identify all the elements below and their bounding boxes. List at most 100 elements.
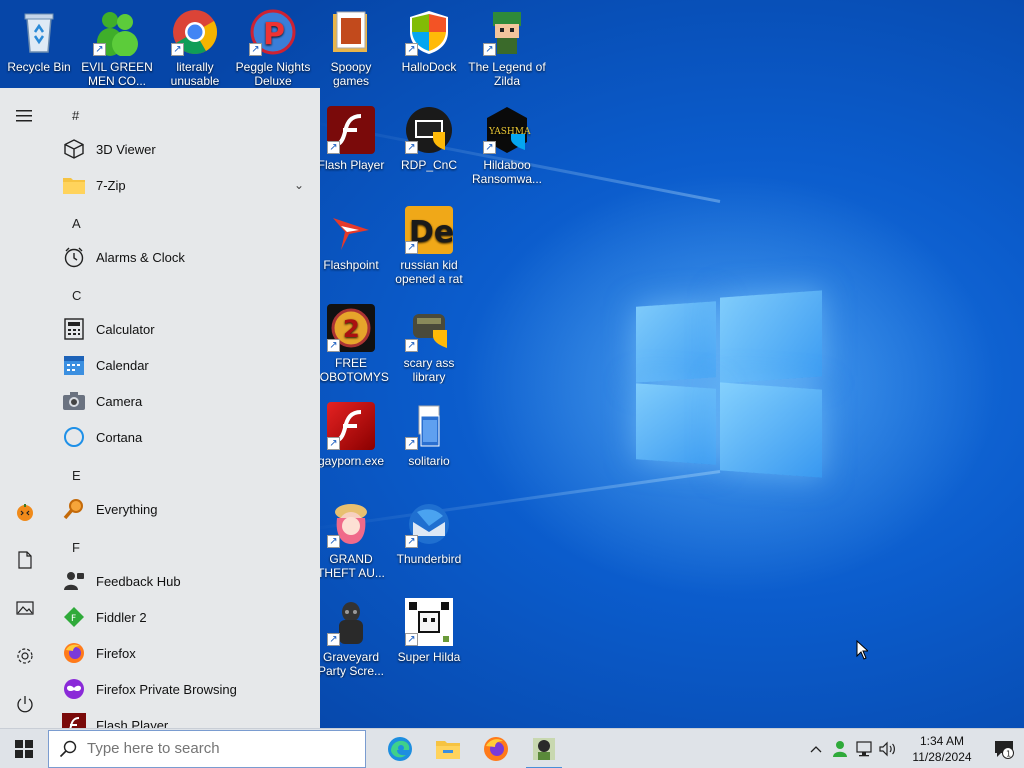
app-label: Feedback Hub bbox=[96, 573, 181, 589]
chevron-down-icon[interactable]: ⌄ bbox=[294, 178, 304, 192]
app-label: Alarms & Clock bbox=[96, 249, 185, 265]
desktop-icon-solitario[interactable]: ↗ solitario bbox=[390, 396, 468, 492]
file-explorer-icon bbox=[436, 740, 460, 759]
section-header[interactable]: A bbox=[72, 216, 81, 231]
people-icon[interactable] bbox=[828, 729, 852, 768]
firefox-icon bbox=[484, 736, 508, 761]
documents-icon[interactable] bbox=[0, 540, 50, 580]
app-item-cortana[interactable]: Cortana bbox=[62, 419, 312, 455]
calendar-icon bbox=[62, 353, 86, 377]
app-item-firefox[interactable]: Firefox bbox=[62, 635, 312, 671]
start-menu: # 3D Viewer 7-Zip ⌄ A Alarms & Clock C C… bbox=[0, 88, 320, 728]
app-label: Flash Player bbox=[96, 717, 169, 729]
svg-text:F: F bbox=[71, 614, 76, 624]
desktop-icon-label: solitario bbox=[408, 454, 450, 468]
desktop-icon-label: Flash Player bbox=[317, 158, 385, 172]
desktop-icon-recycle-bin[interactable]: Recycle Bin bbox=[0, 2, 78, 98]
flash-icon bbox=[62, 713, 86, 728]
desktop-icon-russian-kid[interactable]: De ↗ russian kid opened a rat bbox=[390, 200, 468, 296]
app-item-alarms-clock[interactable]: Alarms & Clock bbox=[62, 239, 312, 275]
firefox-private-icon bbox=[62, 677, 86, 701]
desktop-icon-label: HalloDock bbox=[401, 60, 457, 74]
windows-logo-wallpaper bbox=[636, 290, 822, 480]
desktop-icon-label: Graveyard Party Scre... bbox=[317, 650, 385, 678]
app-label: Everything bbox=[96, 501, 158, 517]
section-header[interactable]: F bbox=[72, 540, 80, 555]
clock-time: 1:34 AM bbox=[919, 734, 965, 748]
desktop-icon-legend-of-zilda[interactable]: ↗ The Legend of Zilda bbox=[468, 2, 546, 98]
start-button[interactable] bbox=[0, 729, 48, 768]
section-header[interactable]: C bbox=[72, 288, 81, 303]
ransomware-icon: YASHMA ↗ bbox=[483, 106, 531, 154]
taskbar-firefox[interactable] bbox=[472, 729, 520, 768]
magnifier-icon bbox=[62, 497, 86, 521]
desktop-icon-flashpoint[interactable]: Flashpoint bbox=[312, 200, 390, 296]
taskbar-search-box[interactable] bbox=[48, 729, 366, 768]
notification-center-button[interactable]: 1 bbox=[984, 729, 1024, 768]
rdp-icon: ↗ bbox=[405, 106, 453, 154]
desktop-icon-super-hilda[interactable]: ↗ Super Hilda bbox=[390, 592, 468, 688]
desktop-icon-gta[interactable]: ↗ GRAND THEFT AU... bbox=[312, 494, 390, 590]
desktop-icon-label: Hildaboo Ransomwa... bbox=[471, 158, 543, 186]
desktop-icon-thunderbird[interactable]: ↗ Thunderbird bbox=[390, 494, 468, 590]
camera-icon bbox=[62, 389, 86, 413]
app-item-firefox-private[interactable]: Firefox Private Browsing bbox=[62, 671, 312, 707]
desktop-icon-label: FREE LOBOTOMYS bbox=[313, 356, 389, 384]
taskbar-edge[interactable] bbox=[376, 729, 424, 768]
network-icon[interactable] bbox=[852, 729, 876, 768]
user-avatar-icon[interactable] bbox=[0, 492, 50, 532]
section-header[interactable]: E bbox=[72, 468, 81, 483]
desktop-icon-spoopy-games[interactable]: Spoopy games bbox=[312, 2, 390, 98]
app-item-camera[interactable]: Camera bbox=[62, 383, 312, 419]
app-item-everything[interactable]: Everything bbox=[62, 491, 312, 527]
pictures-icon[interactable] bbox=[0, 588, 50, 628]
desktop-icon-rdp-cnc[interactable]: ↗ RDP_CnC bbox=[390, 100, 468, 196]
desktop-icon-peggle[interactable]: P ↗ Peggle Nights Deluxe bbox=[234, 2, 312, 98]
desktop-icon-literally-unusable[interactable]: ↗ literally unusable bbox=[156, 2, 234, 98]
system-tray: 1:34 AM 11/28/2024 1 bbox=[804, 729, 1024, 768]
app-label: Fiddler 2 bbox=[96, 609, 147, 625]
notification-icon: 1 bbox=[995, 741, 1014, 759]
chevron-up-icon[interactable] bbox=[804, 729, 828, 768]
taskbar: 1:34 AM 11/28/2024 1 bbox=[0, 728, 1024, 768]
desktop-icon-hallodock[interactable]: ↗ HalloDock bbox=[390, 2, 468, 98]
taskbar-file-explorer[interactable] bbox=[424, 729, 472, 768]
app-label: Calculator bbox=[96, 321, 155, 337]
desktop-icon-label: scary ass library bbox=[403, 356, 455, 384]
search-input[interactable] bbox=[87, 740, 347, 757]
notification-count: 1 bbox=[1006, 750, 1011, 759]
settings-icon[interactable] bbox=[0, 636, 50, 676]
app-item-fiddler-2[interactable]: F Fiddler 2 bbox=[62, 599, 312, 635]
super-hilda-icon: ↗ bbox=[405, 598, 453, 646]
app-label: Cortana bbox=[96, 429, 143, 445]
thunderbird-icon: ↗ bbox=[405, 500, 453, 548]
app-item-flash-player[interactable]: Flash Player bbox=[62, 707, 312, 728]
desktop-icon-flash-player[interactable]: ↗ Flash Player bbox=[312, 100, 390, 196]
taskbar-hilda-app[interactable] bbox=[520, 729, 568, 768]
desktop-icon-scary-library[interactable]: ↗ scary ass library bbox=[390, 298, 468, 394]
taskbar-clock[interactable]: 1:34 AM 11/28/2024 bbox=[906, 733, 978, 765]
desktop-icon-evil-green-men[interactable]: ↗ EVIL GREEN MEN CO... bbox=[78, 2, 156, 98]
app-list: # 3D Viewer 7-Zip ⌄ A Alarms & Clock C C… bbox=[50, 88, 320, 728]
hamburger-icon[interactable] bbox=[0, 96, 50, 136]
cortana-icon bbox=[62, 425, 86, 449]
app-item-7-zip[interactable]: 7-Zip ⌄ bbox=[62, 167, 312, 203]
app-item-calendar[interactable]: Calendar bbox=[62, 347, 312, 383]
desktop-icon-free-lobotomys[interactable]: 2 ↗ FREE LOBOTOMYS bbox=[312, 298, 390, 394]
app-label: Firefox bbox=[96, 645, 136, 661]
search-icon bbox=[59, 740, 77, 757]
desktop-icon-gayporn-exe[interactable]: ↗ gayporn.exe bbox=[312, 396, 390, 492]
desktop-icon-graveyard-party[interactable]: ↗ Graveyard Party Scre... bbox=[312, 592, 390, 688]
section-header[interactable]: # bbox=[72, 108, 79, 123]
app-item-3d-viewer[interactable]: 3D Viewer bbox=[62, 131, 312, 167]
app-item-calculator[interactable]: Calculator bbox=[62, 311, 312, 347]
app-label: Calendar bbox=[96, 357, 149, 373]
volume-icon[interactable] bbox=[876, 729, 900, 768]
power-icon[interactable] bbox=[0, 684, 50, 724]
desktop-icon-label: EVIL GREEN MEN CO... bbox=[81, 60, 153, 88]
app-item-feedback-hub[interactable]: Feedback Hub bbox=[62, 563, 312, 599]
folder-icon bbox=[327, 8, 375, 56]
desktop-icon-hildaboo[interactable]: YASHMA ↗ Hildaboo Ransomwa... bbox=[468, 100, 546, 196]
fiddler-icon: F bbox=[62, 605, 86, 629]
hilda-app-icon bbox=[533, 737, 555, 760]
